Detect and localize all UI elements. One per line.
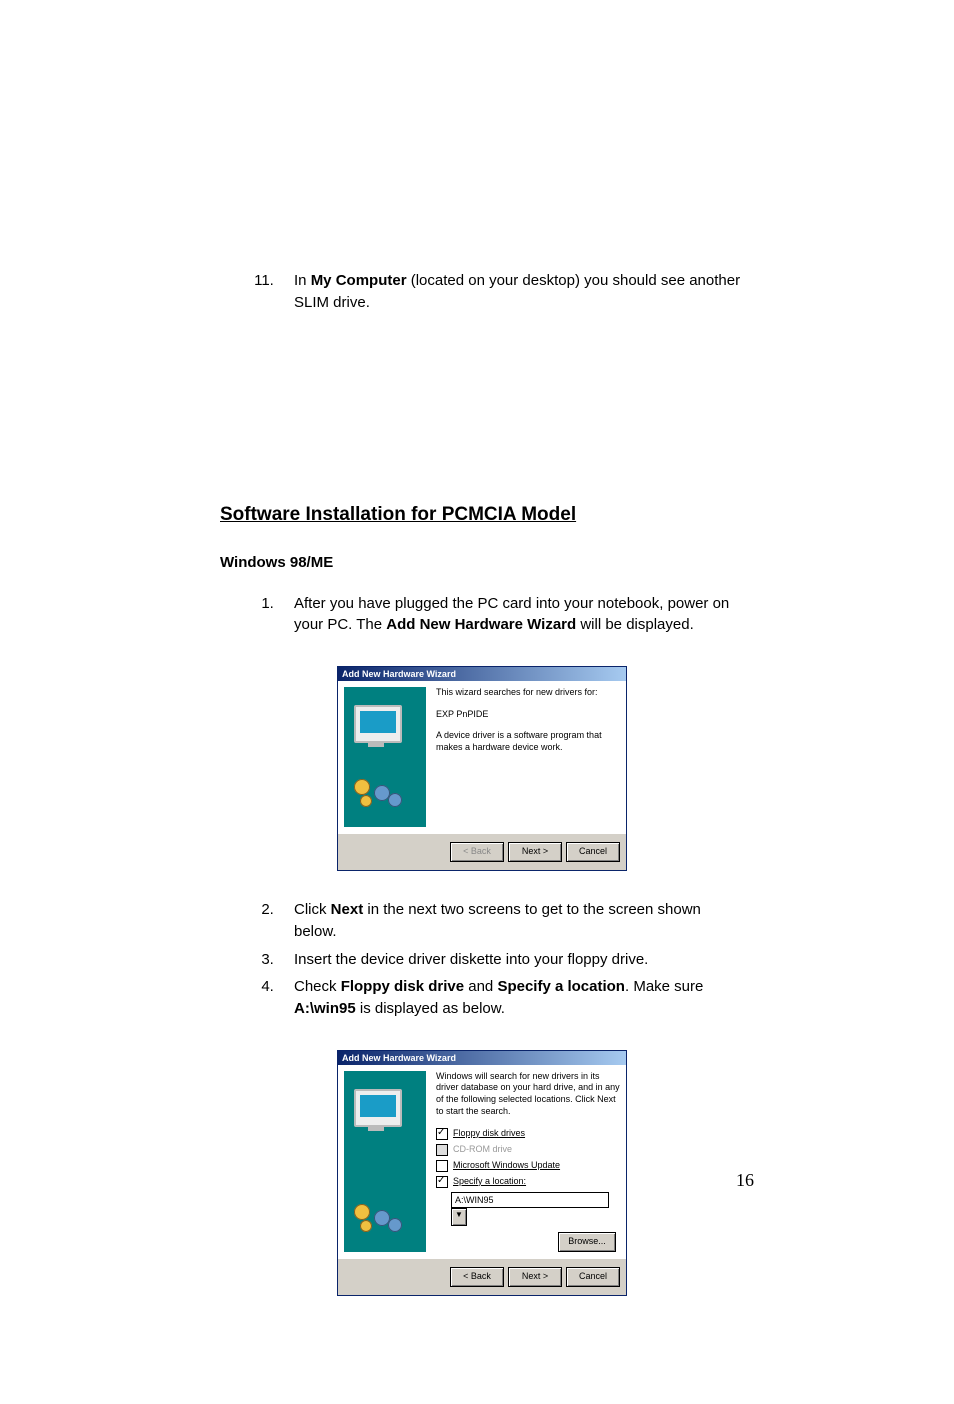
wizard2-location-row: A:\WIN95▼	[451, 1192, 620, 1226]
wizard1-dialog: Add New Hardware Wizard This wizard sear…	[337, 666, 627, 871]
monitor-stand-icon	[368, 1125, 384, 1131]
step-4-mid: and	[464, 978, 497, 995]
wizard1-container: Add New Hardware Wizard This wizard sear…	[220, 666, 744, 871]
gear-icon	[360, 795, 372, 807]
step-4-pre: Check	[294, 978, 341, 995]
checkbox-cdrom	[436, 1144, 448, 1156]
wizard2-container: Add New Hardware Wizard Windows will sea…	[220, 1050, 744, 1296]
wizard2-specify-row[interactable]: Specify a location:	[436, 1176, 620, 1188]
browse-button[interactable]: Browse...	[558, 1232, 616, 1252]
location-input[interactable]: A:\WIN95	[451, 1192, 609, 1208]
wizard2-dialog: Add New Hardware Wizard Windows will sea…	[337, 1050, 627, 1296]
step-list: After you have plugged the PC card into …	[220, 593, 744, 637]
checkbox-msupdate[interactable]	[436, 1160, 448, 1172]
wizard1-sidebar-graphic	[344, 687, 426, 827]
subsection-heading: Windows 98/ME	[220, 554, 744, 571]
gear-icon	[360, 1220, 372, 1232]
wizard2-floppy-row[interactable]: Floppy disk drives	[436, 1128, 620, 1140]
wizard2-back-button[interactable]: < Back	[450, 1267, 504, 1287]
step-1-bold: Add New Hardware Wizard	[386, 616, 576, 633]
wizard2-titlebar: Add New Hardware Wizard	[338, 1051, 626, 1065]
step-11: In My Computer (located on your desktop)…	[278, 270, 744, 314]
wizard1-titlebar: Add New Hardware Wizard	[338, 667, 626, 681]
wizard2-msupdate-row[interactable]: Microsoft Windows Update	[436, 1160, 620, 1172]
checkbox-specify-label: Specify a location:	[453, 1176, 526, 1188]
step-list-part2: Click Next in the next two screens to ge…	[220, 899, 744, 1020]
step-4-post1: . Make sure	[625, 978, 703, 995]
step-4-bold2: Specify a location	[497, 978, 625, 995]
page-number: 16	[736, 1170, 754, 1191]
wizard2-button-row: < Back Next > Cancel	[338, 1258, 626, 1295]
checkbox-specify[interactable]	[436, 1176, 448, 1188]
dropdown-arrow-icon[interactable]: ▼	[451, 1208, 467, 1226]
step-4-post2: is displayed as below.	[356, 1000, 505, 1017]
wizard1-button-row: < Back Next > Cancel	[338, 833, 626, 870]
step-1-post: will be displayed.	[576, 616, 694, 633]
gears-icon	[354, 779, 414, 809]
step-2-pre: Click	[294, 901, 331, 918]
wizard2-next-button[interactable]: Next >	[508, 1267, 562, 1287]
wizard2-sidebar-graphic	[344, 1071, 426, 1252]
wizard2-browse-row: Browse...	[436, 1232, 620, 1252]
gear-icon	[388, 793, 402, 807]
wizard1-cancel-button[interactable]: Cancel	[566, 842, 620, 862]
wizard2-intro: Windows will search for new drivers in i…	[436, 1071, 620, 1118]
step-11-pre: In	[294, 272, 311, 289]
step-3-text: Insert the device driver diskette into y…	[294, 951, 648, 968]
step-3: Insert the device driver diskette into y…	[278, 949, 744, 971]
section-heading: Software Installation for PCMCIA Model	[220, 504, 744, 526]
wizard1-back-button[interactable]: < Back	[450, 842, 504, 862]
gear-icon	[354, 1204, 370, 1220]
wizard1-line2: A device driver is a software program th…	[436, 730, 620, 753]
monitor-icon	[354, 1089, 402, 1127]
monitor-icon	[354, 705, 402, 743]
checkbox-floppy[interactable]	[436, 1128, 448, 1140]
wizard1-line1: This wizard searches for new drivers for…	[436, 687, 620, 699]
step-list-continuation: In My Computer (located on your desktop)…	[220, 270, 744, 314]
wizard1-device: EXP PnPIDE	[436, 709, 620, 721]
step-4: Check Floppy disk drive and Specify a lo…	[278, 976, 744, 1020]
wizard2-content: Windows will search for new drivers in i…	[436, 1071, 620, 1252]
step-4-bold1: Floppy disk drive	[341, 978, 464, 995]
gears-icon	[354, 1204, 414, 1234]
checkbox-cdrom-label: CD-ROM drive	[453, 1144, 512, 1156]
gear-icon	[388, 1218, 402, 1232]
wizard2-cancel-button[interactable]: Cancel	[566, 1267, 620, 1287]
wizard1-content: This wizard searches for new drivers for…	[436, 687, 620, 827]
monitor-stand-icon	[368, 741, 384, 747]
step-1: After you have plugged the PC card into …	[278, 593, 744, 637]
step-11-bold: My Computer	[311, 272, 407, 289]
gear-icon	[354, 779, 370, 795]
step-2: Click Next in the next two screens to ge…	[278, 899, 744, 943]
checkbox-msupdate-label: Microsoft Windows Update	[453, 1160, 560, 1172]
wizard2-cdrom-row: CD-ROM drive	[436, 1144, 620, 1156]
step-2-bold: Next	[331, 901, 364, 918]
wizard1-next-button[interactable]: Next >	[508, 842, 562, 862]
checkbox-floppy-label: Floppy disk drives	[453, 1128, 525, 1140]
step-4-bold3: A:\win95	[294, 1000, 356, 1017]
